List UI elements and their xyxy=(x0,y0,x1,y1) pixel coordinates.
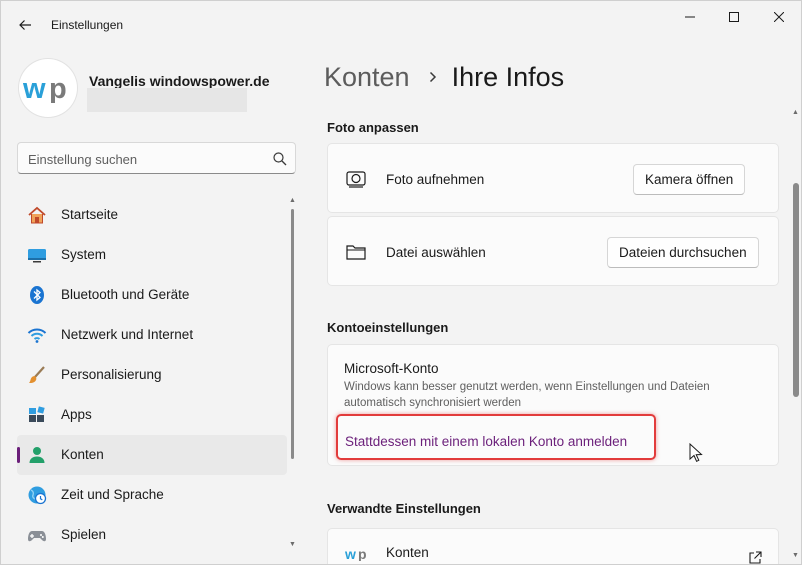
close-icon xyxy=(774,12,784,22)
take-photo-card: Foto aufnehmen Kamera öffnen xyxy=(327,143,779,213)
wp-logo-icon: w p xyxy=(345,547,367,561)
scroll-down-arrow-icon[interactable]: ▼ xyxy=(289,541,296,548)
close-button[interactable] xyxy=(756,1,801,33)
external-link-icon[interactable] xyxy=(748,551,762,564)
section-title-account: Kontoeinstellungen xyxy=(327,320,449,335)
mouse-cursor-icon xyxy=(689,443,703,462)
minimize-button[interactable] xyxy=(667,1,713,33)
browse-files-button[interactable]: Dateien durchsuchen xyxy=(607,237,759,268)
svg-text:p: p xyxy=(358,547,367,561)
sidebar-item-label: Startseite xyxy=(61,207,119,222)
back-button[interactable] xyxy=(11,11,39,39)
microsoft-account-title: Microsoft-Konto xyxy=(344,361,439,376)
sidebar-item-label: System xyxy=(61,247,107,262)
open-camera-button[interactable]: Kamera öffnen xyxy=(633,164,746,195)
breadcrumb-parent[interactable]: Konten xyxy=(324,62,410,93)
sidebar-item-zeit[interactable]: Zeit und Sprache xyxy=(17,475,287,515)
clock-globe-icon xyxy=(27,485,47,505)
apps-icon xyxy=(27,405,47,425)
sidebar-item-bluetooth[interactable]: Bluetooth und Geräte xyxy=(17,275,287,315)
sidebar-item-konten[interactable]: Konten xyxy=(17,435,287,475)
camera-icon xyxy=(345,168,367,190)
minimize-icon xyxy=(685,16,695,18)
sidebar-item-spielen[interactable]: Spielen xyxy=(17,515,287,555)
wp-logo-icon: w p xyxy=(23,73,67,103)
svg-text:w: w xyxy=(23,73,46,103)
redacted-email xyxy=(87,88,247,112)
sidebar-item-label: Apps xyxy=(61,407,92,422)
scroll-down-arrow-icon[interactable]: ▼ xyxy=(792,552,799,559)
scroll-up-arrow-icon[interactable]: ▲ xyxy=(289,197,296,204)
sidebar-item-label: Spielen xyxy=(61,527,107,542)
sidebar-nav: Startseite System Bluetooth und Geräte N… xyxy=(17,195,287,555)
related-konten-label: Konten xyxy=(386,545,429,560)
home-icon xyxy=(27,205,47,225)
avatar[interactable]: w p xyxy=(19,59,77,117)
choose-file-label: Datei auswählen xyxy=(386,245,486,260)
app-title: Einstellungen xyxy=(51,18,124,32)
search-input[interactable] xyxy=(28,149,268,169)
search-icon[interactable] xyxy=(272,151,288,167)
gamepad-icon xyxy=(27,525,47,545)
svg-text:p: p xyxy=(49,73,67,103)
chevron-right-icon xyxy=(428,70,438,84)
wifi-icon xyxy=(27,325,47,345)
sidebar-item-label: Zeit und Sprache xyxy=(61,487,164,502)
sidebar-item-apps[interactable]: Apps xyxy=(17,395,287,435)
user-name: Vangelis windowspower.de xyxy=(89,73,270,89)
microsoft-account-description: Windows kann besser genutzt werden, wenn… xyxy=(344,381,710,409)
brush-icon xyxy=(27,365,47,385)
sidebar-item-label: Konten xyxy=(61,447,104,462)
take-photo-label: Foto aufnehmen xyxy=(386,172,485,187)
page-title: Ihre Infos xyxy=(451,61,565,92)
maximize-icon xyxy=(729,12,739,22)
bluetooth-icon xyxy=(27,285,47,305)
svg-text:w: w xyxy=(345,547,356,561)
person-icon xyxy=(27,445,47,465)
related-konten-card[interactable]: w p Konten xyxy=(327,528,779,564)
sidebar-item-label: Personalisierung xyxy=(61,367,162,382)
sidebar-scroll-thumb[interactable] xyxy=(291,209,294,459)
section-title-related: Verwandte Einstellungen xyxy=(327,501,481,516)
monitor-icon xyxy=(27,245,47,265)
settings-window: Einstellungen w p Vangelis windowspower.… xyxy=(0,0,802,565)
breadcrumb: Konten Ihre Infos xyxy=(324,59,564,95)
sidebar-item-personalisierung[interactable]: Personalisierung xyxy=(17,355,287,395)
local-account-link[interactable]: Stattdessen mit einem lokalen Konto anme… xyxy=(345,434,627,449)
sidebar-item-label: Bluetooth und Geräte xyxy=(61,287,190,302)
main-scroll-thumb[interactable] xyxy=(793,183,799,397)
sidebar-item-startseite[interactable]: Startseite xyxy=(17,195,287,235)
scroll-up-arrow-icon[interactable]: ▲ xyxy=(792,109,799,116)
folder-icon xyxy=(345,241,367,263)
section-title-photo: Foto anpassen xyxy=(327,120,419,135)
search-box[interactable] xyxy=(17,142,296,174)
sidebar-item-netzwerk[interactable]: Netzwerk und Internet xyxy=(17,315,287,355)
sidebar-scrollbar[interactable]: ▲ ▼ xyxy=(289,197,296,551)
title-bar: Einstellungen xyxy=(1,1,801,49)
maximize-button[interactable] xyxy=(711,1,757,33)
sidebar-item-label: Netzwerk und Internet xyxy=(61,327,194,342)
arrow-left-icon xyxy=(19,20,31,30)
sidebar-item-system[interactable]: System xyxy=(17,235,287,275)
main-scrollbar[interactable]: ▲ ▼ xyxy=(792,109,800,564)
choose-file-card: Datei auswählen Dateien durchsuchen xyxy=(327,216,779,286)
